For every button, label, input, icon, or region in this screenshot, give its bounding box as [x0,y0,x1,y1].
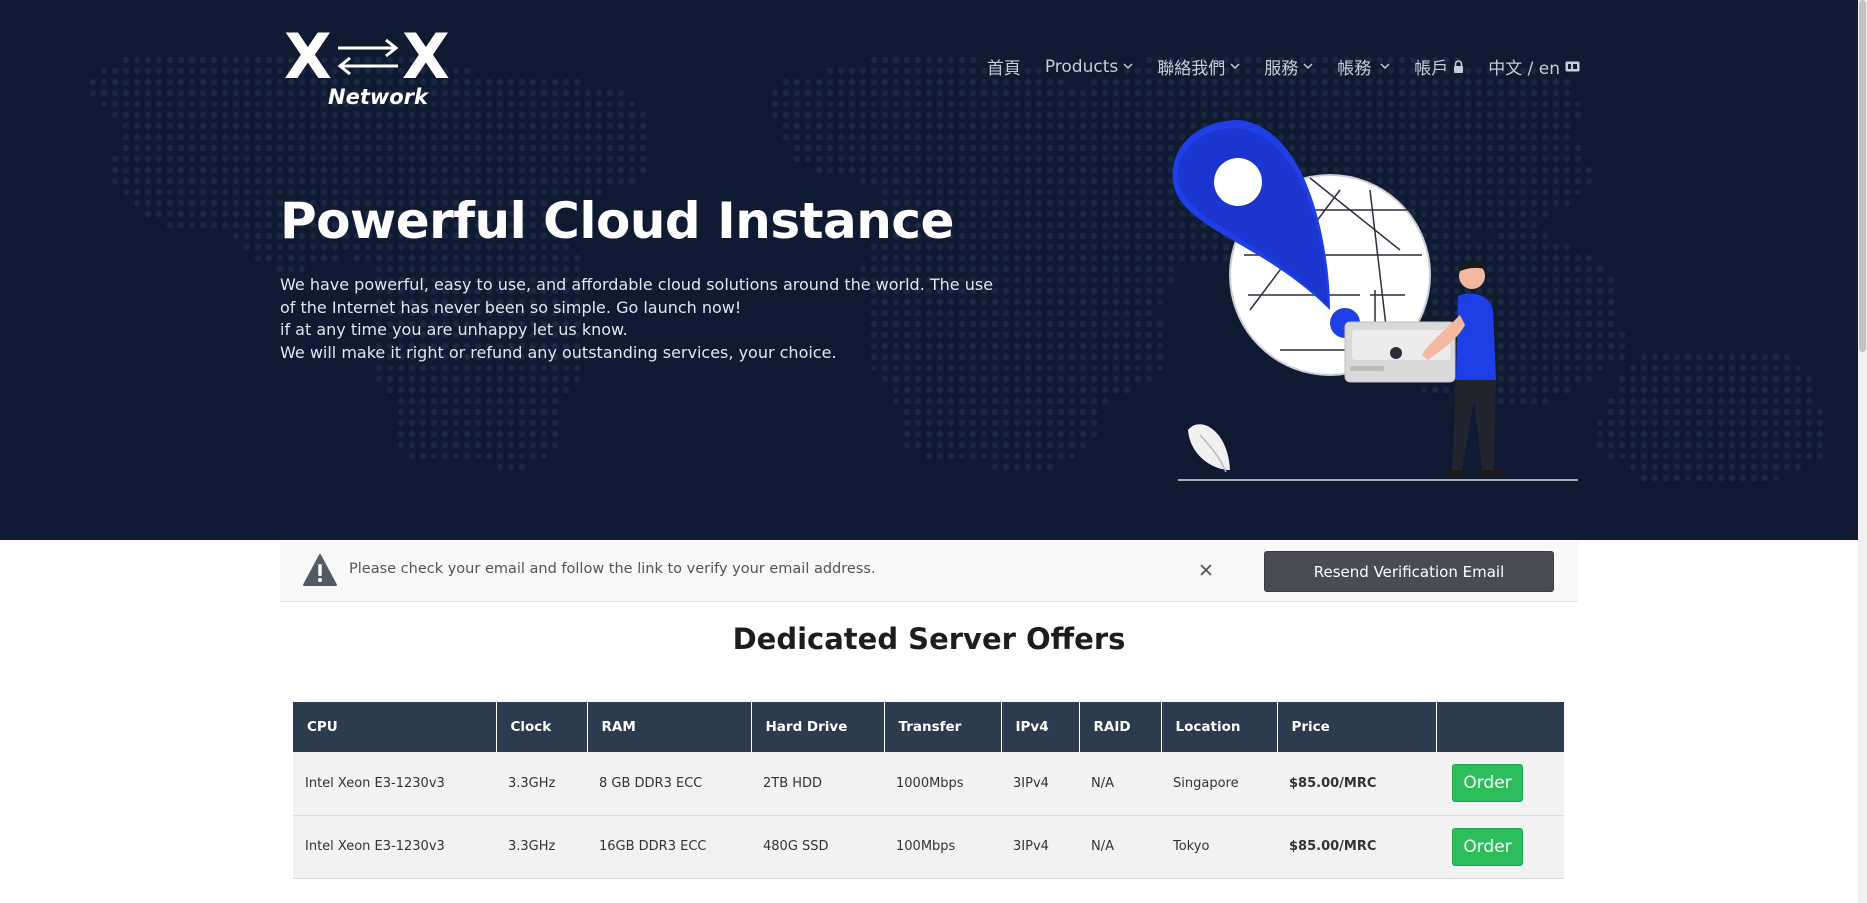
chevron-down-icon [1230,63,1240,70]
cell-ram: 8 GB DDR3 ECC [587,752,751,816]
logo-letter-right: X [402,20,450,93]
hero-line: We will make it right or refund any outs… [280,342,837,362]
hero-line: if at any time you are unhappy let us kn… [280,320,628,339]
col-cpu: CPU [293,702,497,752]
hero-title: Powerful Cloud Instance [280,192,954,250]
cell-transfer: 1000Mbps [884,752,1001,816]
cell-transfer: 100Mbps [884,815,1001,879]
cell-price: $85.00/MRC [1277,815,1436,879]
chevron-down-icon [1303,63,1313,70]
logo-wordmark: Network [328,85,429,109]
logo-letter-left: X [284,20,332,93]
cell-cpu: Intel Xeon E3-1230v3 [293,752,496,816]
cell-action: Order [1436,752,1564,816]
chevron-down-icon [1380,63,1390,70]
cell-ipv4: 3IPv4 [1001,815,1079,879]
nav-home[interactable]: 首頁 [987,54,1021,79]
col-hard-drive: Hard Drive [751,702,885,752]
cell-raid: N/A [1079,752,1161,816]
col-action [1436,702,1564,752]
chevron-down-icon [1123,63,1133,70]
nav-language-label: 中文 / en [1488,59,1560,79]
hero-line: We have powerful, easy to use, and affor… [280,275,994,294]
page-scrollbar[interactable] [1858,0,1867,903]
scrollbar-thumb[interactable] [1859,0,1866,352]
close-icon[interactable] [1195,559,1217,581]
cell-clock: 3.3GHz [496,815,587,879]
nav-language[interactable]: 中文 / en [1488,54,1580,79]
cell-hard-drive: 480G SSD [751,815,884,879]
hero-banner: X X Network 首頁 Products 聯絡我們 服務 帳務 帳戶 中文… [0,0,1858,540]
nav-account[interactable]: 帳戶 [1414,54,1464,79]
table-header-row: CPU Clock RAM Hard Drive Transfer IPv4 R… [293,702,1564,752]
col-location: Location [1161,702,1278,752]
nav-account-label: 帳戶 [1414,59,1449,79]
nav-contact[interactable]: 聯絡我們 [1157,54,1240,79]
table-row: Intel Xeon E3-1230v3 3.3GHz 16GB DDR3 EC… [293,815,1564,879]
order-button[interactable]: Order [1452,764,1523,803]
warning-icon [303,554,337,586]
main-nav: 首頁 Products 聯絡我們 服務 帳務 帳戶 中文 / en [963,54,1580,79]
cell-location: Tokyo [1161,815,1277,879]
col-raid: RAID [1079,702,1162,752]
nav-billing-label: 帳務 [1337,59,1372,79]
cell-hard-drive: 2TB HDD [751,752,884,816]
offers-title: Dedicated Server Offers [732,622,1126,656]
col-ram: RAM [587,702,752,752]
nav-products-label: Products [1044,56,1119,77]
cell-ipv4: 3IPv4 [1001,752,1079,816]
nav-services-label: 服務 [1264,59,1299,79]
plant-leaf-illustration [1188,424,1230,473]
dedicated-server-table: CPU Clock RAM Hard Drive Transfer IPv4 R… [293,702,1564,879]
cell-location: Singapore [1161,752,1277,816]
table-row: Intel Xeon E3-1230v3 3.3GHz 8 GB DDR3 EC… [293,752,1564,816]
language-card-icon [1565,61,1580,72]
hero-description: We have powerful, easy to use, and affor… [280,274,994,364]
hero-line: of the Internet has never been so simple… [280,297,742,317]
cell-price: $85.00/MRC [1277,752,1436,816]
col-clock: Clock [496,702,588,752]
nav-contact-label: 聯絡我們 [1157,59,1226,79]
notice-text: Please check your email and follow the l… [349,561,876,577]
col-price: Price [1277,702,1437,752]
site-logo[interactable]: X X Network [284,26,454,112]
cell-raid: N/A [1079,815,1161,879]
nav-home-label: 首頁 [986,59,1021,79]
hero-illustration [1172,120,1578,481]
col-transfer: Transfer [884,702,1002,752]
nav-products[interactable]: Products [1045,57,1133,77]
cell-action: Order [1436,815,1564,879]
cell-clock: 3.3GHz [496,752,587,816]
nav-billing[interactable]: 帳務 [1337,54,1390,79]
email-verification-notice: Please check your email and follow the l… [280,541,1578,602]
lock-icon [1454,60,1464,73]
order-button[interactable]: Order [1452,827,1523,866]
logo-exchange-arrows-icon [337,38,399,76]
nav-services[interactable]: 服務 [1264,54,1313,79]
cell-cpu: Intel Xeon E3-1230v3 [293,815,496,879]
resend-verification-button[interactable]: Resend Verification Email [1264,551,1554,592]
col-ipv4: IPv4 [1001,702,1080,752]
cell-ram: 16GB DDR3 ECC [587,815,751,879]
